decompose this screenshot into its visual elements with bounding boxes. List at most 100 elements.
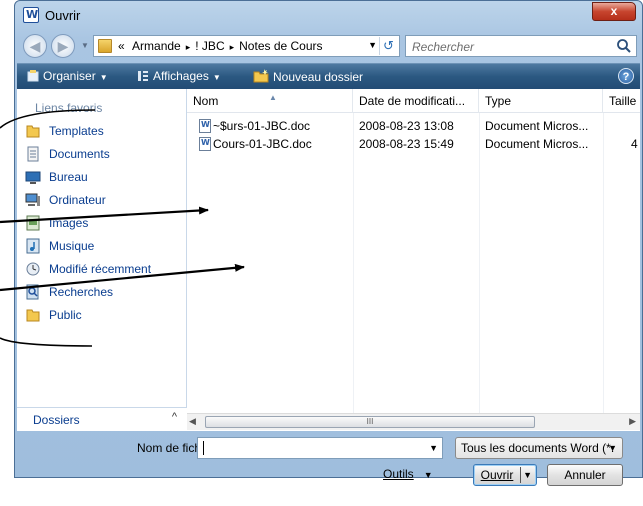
column-header-date[interactable]: Date de modificati... <box>353 89 479 113</box>
favorites-heading: Liens favoris <box>35 101 103 115</box>
table-row[interactable]: ~$urs-01-JBC.doc 2008-08-23 13:08 Docume… <box>187 117 640 135</box>
organize-icon <box>27 70 39 82</box>
sidebar-item-label: Ordinateur <box>49 193 106 207</box>
chevron-down-icon: ▼ <box>99 73 108 82</box>
chevron-up-icon: ^ <box>171 411 177 423</box>
tools-menu-button[interactable]: Outils ▼ <box>383 467 433 481</box>
sidebar-item-images[interactable]: Images <box>25 213 88 233</box>
new-folder-button[interactable]: Nouveau dossier <box>253 69 363 84</box>
sidebar-item-recherches[interactable]: Recherches <box>25 282 113 302</box>
sidebar-item-ordinateur[interactable]: Ordinateur <box>25 190 106 210</box>
open-label: Ouvrir <box>480 468 514 482</box>
sidebar-item-musique[interactable]: Musique <box>25 236 94 256</box>
sidebar-item-documents[interactable]: Documents <box>25 144 110 164</box>
file-size: 4 <box>631 137 638 151</box>
sidebar-item-bureau[interactable]: Bureau <box>25 167 88 187</box>
file-type-select[interactable]: Tous les documents Word (*. ▼ <box>455 437 623 459</box>
search-icon[interactable] <box>616 38 632 54</box>
folder-icon <box>26 309 40 322</box>
help-icon[interactable]: ? <box>618 68 634 84</box>
column-header-size[interactable]: Taille <box>603 89 640 113</box>
organize-label: Organiser <box>43 69 96 83</box>
back-button[interactable]: ◀ <box>23 34 47 58</box>
sidebar-item-templates[interactable]: Templates <box>25 121 104 141</box>
split-divider <box>520 467 521 483</box>
folders-label: Dossiers <box>33 413 80 427</box>
command-toolbar: Organiser ▼ Affichages ▼ Nouveau dossier ? <box>17 63 640 89</box>
sidebar-item-label: Musique <box>49 239 95 253</box>
recent-pages-dropdown[interactable]: ▼ <box>81 41 89 50</box>
scroll-right-icon[interactable]: ▶ <box>629 416 636 427</box>
window-title: Ouvrir <box>45 8 81 23</box>
title-bar[interactable]: Ouvrir x <box>15 1 642 29</box>
table-row[interactable]: Cours-01-JBC.doc 2008-08-23 15:49 Docume… <box>187 135 640 153</box>
file-type: Document Micros... <box>485 119 589 133</box>
column-divider <box>353 113 354 413</box>
word-document-icon <box>23 7 39 23</box>
column-label: Nom <box>193 94 219 108</box>
sidebar-item-label: Public <box>49 308 82 322</box>
scroll-left-icon[interactable]: ◀ <box>189 416 196 427</box>
pictures-icon <box>26 215 40 231</box>
column-divider <box>479 113 480 413</box>
sidebar-item-label: Images <box>49 216 89 230</box>
new-folder-label: Nouveau dossier <box>273 70 364 84</box>
open-options-dropdown-icon[interactable]: ▼ <box>523 465 532 485</box>
views-icon <box>138 71 148 81</box>
sidebar-item-label: Templates <box>49 124 104 138</box>
sidebar-item-public[interactable]: Public <box>25 305 82 325</box>
open-dialog: Ouvrir x ◀ ▶ ▼ « Armande ▸ ! JBC ▸ Notes de … <box>14 0 643 486</box>
computer-icon <box>25 193 40 206</box>
breadcrumb-separator-icon[interactable]: ▸ <box>186 42 191 52</box>
file-date: 2008-08-23 13:08 <box>359 119 454 133</box>
breadcrumb-item-notes[interactable]: Notes de Cours <box>239 39 322 53</box>
file-type-value: Tous les documents Word (*. <box>461 441 615 455</box>
organize-button[interactable]: Organiser ▼ <box>27 69 108 83</box>
breadcrumb-overflow[interactable]: « <box>118 39 125 53</box>
sidebar-item-label: Bureau <box>49 170 88 184</box>
chevron-down-icon: ▼ <box>423 470 433 480</box>
folder-icon <box>26 125 40 138</box>
tools-label: Outils <box>383 467 414 481</box>
sidebar-item-label: Recherches <box>49 285 114 299</box>
navigation-bar: ◀ ▶ ▼ « Armande ▸ ! JBC ▸ Notes de Cours ▼ ↺… <box>15 31 642 61</box>
address-bar[interactable]: « Armande ▸ ! JBC ▸ Notes de Cours ▼ ↺ <box>93 35 400 57</box>
breadcrumb-item-armande[interactable]: Armande <box>132 39 181 53</box>
searches-icon <box>26 284 39 300</box>
forward-button[interactable]: ▶ <box>51 34 75 58</box>
column-divider <box>603 113 604 413</box>
text-cursor <box>203 441 204 455</box>
desktop-icon <box>25 171 41 184</box>
search-input[interactable]: Rechercher <box>405 35 637 57</box>
file-list: Nom ▲ Date de modificati... Type Taille ~… <box>187 89 640 431</box>
file-date: 2008-08-23 15:49 <box>359 137 454 151</box>
file-type: Document Micros... <box>485 137 589 151</box>
new-folder-icon <box>253 69 269 83</box>
scrollbar-thumb[interactable]: III <box>205 416 535 428</box>
folder-icon <box>98 39 112 53</box>
filename-dropdown-icon[interactable]: ▼ <box>429 443 438 453</box>
refresh-icon[interactable]: ↺ <box>379 37 397 55</box>
chevron-down-icon: ▼ <box>212 73 221 82</box>
open-button[interactable]: Ouvrir ▼ <box>473 464 537 486</box>
views-label: Affichages <box>153 69 209 83</box>
breadcrumb-item-jbc[interactable]: ! JBC <box>195 39 224 53</box>
dialog-footer: Nom de fichier : ▼ Tous les documents Wo… <box>15 431 642 486</box>
recent-icon <box>26 262 40 276</box>
close-button[interactable]: x <box>592 2 636 21</box>
horizontal-scrollbar[interactable]: ◀ III ▶ <box>187 413 640 430</box>
breadcrumb: « Armande ▸ ! JBC ▸ Notes de Cours <box>118 39 323 53</box>
column-header-name[interactable]: Nom ▲ <box>187 89 353 113</box>
views-button[interactable]: Affichages ▼ <box>137 69 221 83</box>
file-name: ~$urs-01-JBC.doc <box>213 119 311 133</box>
word-document-icon <box>199 119 211 133</box>
address-dropdown-icon[interactable]: ▼ <box>368 40 377 50</box>
filename-field[interactable]: ▼ <box>197 437 443 459</box>
breadcrumb-separator-icon[interactable]: ▸ <box>230 42 235 52</box>
favorites-pane: Liens favoris Templates Documents Bureau… <box>17 89 187 431</box>
cancel-button[interactable]: Annuler <box>547 464 623 486</box>
sidebar-item-recent[interactable]: Modifié récemment <box>25 259 151 279</box>
column-header-type[interactable]: Type <box>479 89 603 113</box>
folders-toggle[interactable]: Dossiers ^ <box>17 407 187 431</box>
sidebar-item-label: Modifié récemment <box>49 262 152 276</box>
